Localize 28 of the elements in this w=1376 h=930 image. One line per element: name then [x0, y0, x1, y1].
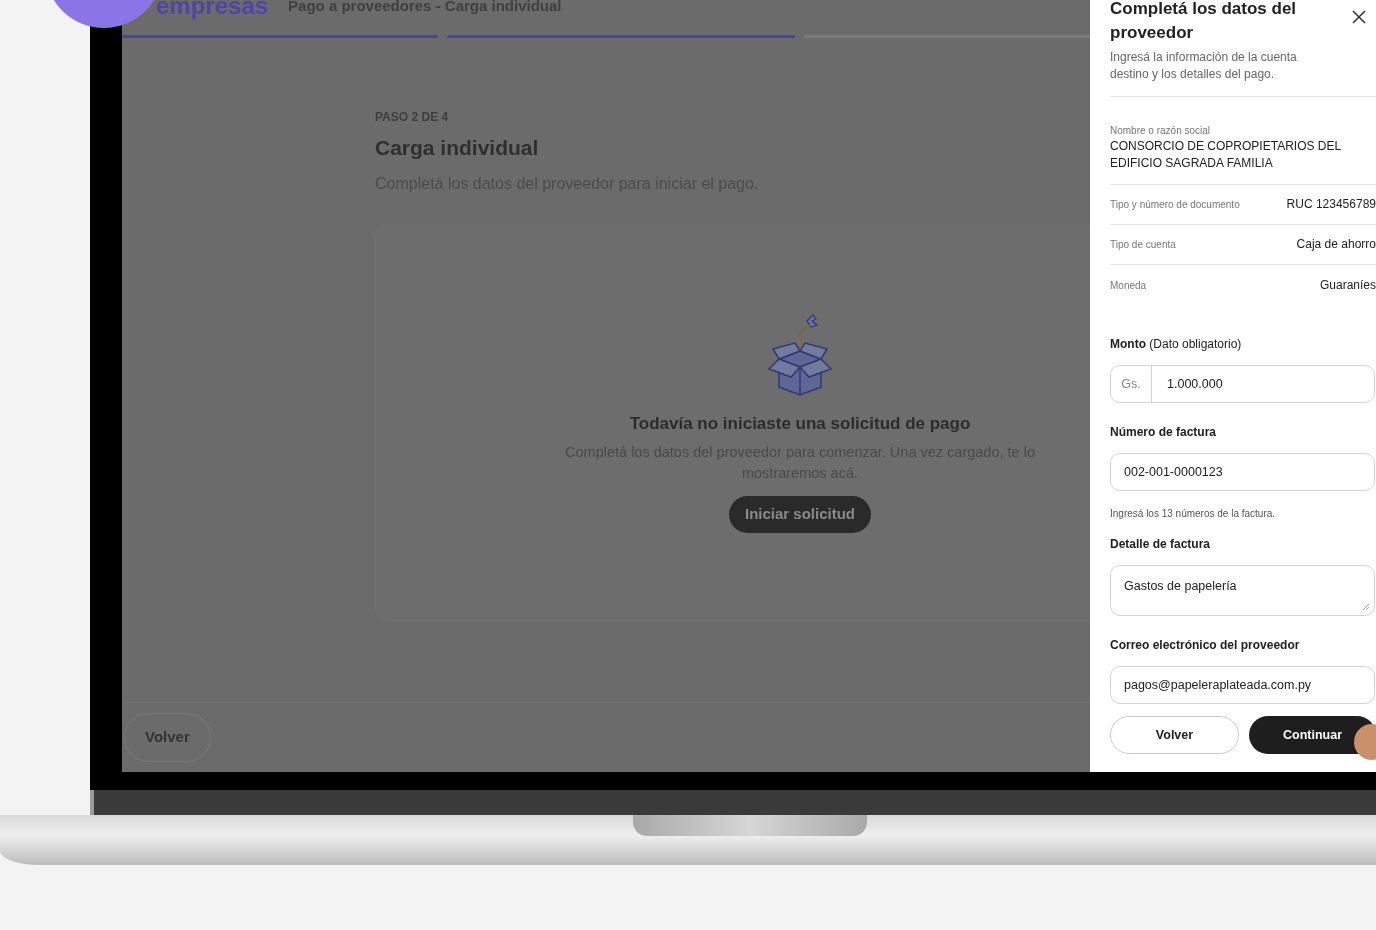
detail-value: Guaraníes [1319, 276, 1376, 294]
detail-label: Nombre o razón social [1110, 124, 1212, 138]
field-label: Monto (Dato obligatorio) [1110, 336, 1243, 353]
textarea-field[interactable]: Gastos de papelería [1110, 565, 1375, 616]
back-button[interactable]: Volver [1110, 716, 1239, 754]
detail-value: Caja de ahorro [1296, 236, 1376, 253]
detail-label: Moneda [1110, 278, 1147, 293]
input-field[interactable]: 002-001-0000123 [1110, 453, 1375, 491]
detail-label: Tipo de cuenta [1110, 238, 1176, 252]
drawer-subtitle: Ingresá la información de la cuenta destino y los detalles del pago. [1110, 49, 1298, 83]
field-value: 1.000.000 [1167, 375, 1223, 393]
amount-field[interactable]: Gs. 1.000.000 [1110, 365, 1375, 403]
drawer-title: Completá los datos del proveedor [1110, 0, 1298, 44]
field-label: Correo electrónico del proveedor [1110, 637, 1301, 654]
currency-prefix: Gs. [1111, 366, 1152, 402]
input-field[interactable]: pagos@papeleraplateada.com.py [1110, 666, 1375, 704]
empty-state-title: Todavía no iniciaste una solicitud de pago [629, 412, 971, 435]
detail-label: Tipo y número de documento [1110, 198, 1240, 212]
field-label: Número de factura [1110, 424, 1218, 441]
field-label: Detalle de factura [1110, 536, 1212, 553]
resize-handle-icon[interactable] [1362, 603, 1370, 611]
section-title: Carga individual [375, 135, 539, 161]
start-request-button[interactable]: Iniciar solicitud [729, 496, 871, 533]
logo-text: empresas [156, 0, 269, 18]
help-text: Ingresá los 13 números de la factura. [1110, 507, 1277, 521]
close-icon [1352, 9, 1366, 24]
detail-value: CONSORCIO DE COPROPIETARIOS DEL EDIFICIO SAGRADA FAMILIA [1110, 138, 1342, 172]
detail-value: RUC 123456789 [1286, 196, 1376, 213]
